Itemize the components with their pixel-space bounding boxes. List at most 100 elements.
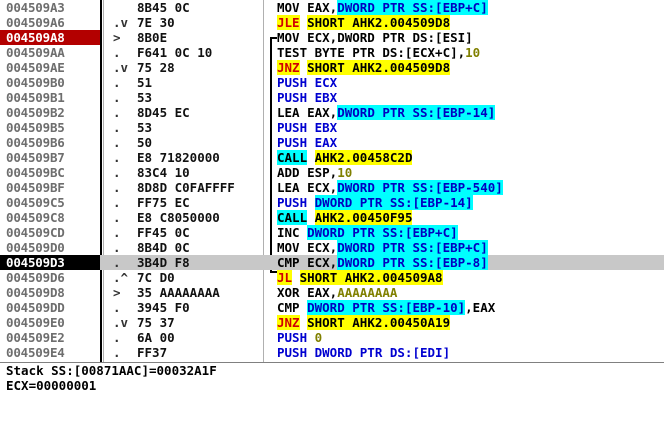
row-instruction: MOV ECX,DWORD PTR DS:[ESI] bbox=[277, 30, 473, 45]
row-hex-bytes: 6A 00 bbox=[137, 330, 175, 345]
disassembly-pane[interactable]: 004509A3 8B45 0C MOV EAX,DWORD PTR SS:[EBP… bbox=[0, 0, 664, 362]
row-jump-marker: . bbox=[113, 255, 121, 270]
row-jump-marker bbox=[113, 0, 135, 15]
row-hex-bytes: F641 0C 10 bbox=[137, 45, 213, 60]
instruction-token: SHORT AHK2.004509D8 bbox=[307, 60, 451, 75]
disassembly-row[interactable]: 004509A6 .v 7E 30 JLE SHORT AHK2.004509D8 bbox=[0, 15, 664, 30]
row-jump-marker: . bbox=[113, 150, 121, 165]
row-address: 004509BC bbox=[6, 165, 65, 180]
disassembly-row[interactable]: 004509A3 8B45 0C MOV EAX,DWORD PTR SS:[EBP… bbox=[0, 0, 664, 15]
instruction-token bbox=[300, 15, 308, 30]
row-jump-marker: . bbox=[113, 120, 121, 135]
row-address: 004509A8 bbox=[0, 30, 100, 45]
disassembly-row[interactable]: 004509CD. FF45 0C INC DWORD PTR SS:[EBP+C] bbox=[0, 225, 664, 240]
instruction-token: PUSH bbox=[277, 195, 315, 210]
instruction-token: SHORT AHK2.004509D8 bbox=[307, 15, 451, 30]
row-address: 004509D8 bbox=[6, 285, 65, 300]
row-jump-marker: > bbox=[113, 285, 121, 300]
disassembly-row[interactable]: 004509E2. 6A 00 PUSH 0 bbox=[0, 330, 664, 345]
row-address: 004509B0 bbox=[6, 75, 65, 90]
instruction-token: DWORD PTR SS:[EBP-8] bbox=[337, 255, 488, 270]
disassembly-row[interactable]: 004509C5. FF75 EC PUSH DWORD PTR SS:[EBP-1… bbox=[0, 195, 664, 210]
disassembly-row[interactable]: 004509DD. 3945 F0 CMP DWORD PTR SS:[EBP-10… bbox=[0, 300, 664, 315]
row-address: 004509D6 bbox=[6, 270, 65, 285]
disassembly-row[interactable]: 004509E0 .v 75 37 JNZ SHORT AHK2.00450A19 bbox=[0, 315, 664, 330]
instruction-token: JL bbox=[277, 270, 293, 285]
instruction-token: TEST BYTE PTR DS:[ECX+C], bbox=[277, 45, 466, 60]
row-jump-marker: > bbox=[113, 30, 121, 45]
row-hex-bytes: 75 37 bbox=[137, 315, 175, 330]
row-jump-marker: . bbox=[113, 180, 121, 195]
row-instruction: PUSH DWORD PTR DS:[EDI] bbox=[277, 345, 450, 360]
row-instruction: MOV EAX,DWORD PTR SS:[EBP+C] bbox=[277, 0, 488, 15]
info-register-line: ECX=00000001 bbox=[6, 378, 97, 393]
disassembly-row[interactable]: 004509B6. 50 PUSH EAX bbox=[0, 135, 664, 150]
row-jump-marker: .v bbox=[113, 315, 129, 330]
row-jump-marker: . bbox=[113, 210, 121, 225]
row-instruction: PUSH EBX bbox=[277, 90, 337, 105]
row-address: 004509A6 bbox=[6, 15, 65, 30]
row-instruction: ADD ESP,10 bbox=[277, 165, 352, 180]
instruction-token: LEA EAX, bbox=[277, 105, 338, 120]
row-hex-bytes: 3945 F0 bbox=[137, 300, 190, 315]
instruction-token: AAAAAAAA bbox=[337, 285, 398, 300]
instruction-token: JLE bbox=[277, 15, 300, 30]
row-jump-marker: . bbox=[113, 45, 121, 60]
row-hex-bytes: FF37 bbox=[137, 345, 168, 360]
row-address: 004509AA bbox=[6, 45, 65, 60]
disassembly-row[interactable]: 004509B1. 53 PUSH EBX bbox=[0, 90, 664, 105]
instruction-token bbox=[292, 270, 300, 285]
row-jump-marker: . bbox=[113, 90, 121, 105]
disassembly-row[interactable]: 004509B0. 51 PUSH ECX bbox=[0, 75, 664, 90]
disassembly-row[interactable]: 004509AA. F641 0C 10 TEST BYTE PTR DS:[ECX… bbox=[0, 45, 664, 60]
disassembly-row[interactable]: 004509D3. 3B4D F8 CMP ECX,DWORD PTR SS:[EB… bbox=[0, 255, 664, 270]
row-instruction: INC DWORD PTR SS:[EBP+C] bbox=[277, 225, 458, 240]
row-hex-bytes: 7C D0 bbox=[137, 270, 175, 285]
info-stack-line: Stack SS:[00871AAC]=00032A1F bbox=[6, 363, 217, 378]
instruction-token: DWORD PTR SS:[EBP-14] bbox=[314, 195, 473, 210]
row-instruction: CALL AHK2.00458C2D bbox=[277, 150, 413, 165]
row-jump-marker: . bbox=[113, 240, 121, 255]
row-address: 004509C5 bbox=[6, 195, 65, 210]
disassembly-row[interactable]: 004509C8. E8 C8050000 CALL AHK2.00450F95 bbox=[0, 210, 664, 225]
disassembly-row[interactable]: 004509BC. 83C4 10 ADD ESP,10 bbox=[0, 165, 664, 180]
instruction-token bbox=[300, 60, 308, 75]
disassembly-row[interactable]: 004509D8 >35 AAAAAAAA XOR EAX,AAAAAAAA bbox=[0, 285, 664, 300]
row-hex-bytes: 51 bbox=[137, 75, 153, 90]
instruction-token bbox=[307, 150, 315, 165]
disassembly-row[interactable]: 004509D0. 8B4D 0C MOV ECX,DWORD PTR SS:[EB… bbox=[0, 240, 664, 255]
instruction-token: ADD ESP, bbox=[277, 165, 338, 180]
row-address: 004509B1 bbox=[6, 90, 65, 105]
disassembly-row[interactable]: 004509D6 .^ 7C D0 JL SHORT AHK2.004509A8 bbox=[0, 270, 664, 285]
instruction-token: CALL bbox=[277, 210, 308, 225]
row-jump-marker: . bbox=[113, 165, 121, 180]
instruction-token: PUSH DWORD PTR DS:[EDI] bbox=[277, 345, 451, 360]
instruction-token: INC bbox=[277, 225, 308, 240]
row-instruction: CMP DWORD PTR SS:[EBP-10],EAX bbox=[277, 300, 495, 315]
row-instruction: JNZ SHORT AHK2.004509D8 bbox=[277, 60, 451, 75]
instruction-token: PUSH bbox=[277, 330, 315, 345]
instruction-token: PUSH EAX bbox=[277, 135, 338, 150]
row-hex-bytes: 53 bbox=[137, 120, 153, 135]
instruction-token: 10 bbox=[465, 45, 481, 60]
row-instruction: XOR EAX,AAAAAAAA bbox=[277, 285, 397, 300]
disassembly-row[interactable]: 004509E4. FF37 PUSH DWORD PTR DS:[EDI] bbox=[0, 345, 664, 360]
row-hex-bytes: 75 28 bbox=[137, 60, 175, 75]
instruction-token: CMP bbox=[277, 300, 308, 315]
instruction-token: JNZ bbox=[277, 315, 300, 330]
disassembly-row[interactable]: 004509B5. 53 PUSH EBX bbox=[0, 120, 664, 135]
disassembly-row[interactable]: 004509B2. 8D45 EC LEA EAX,DWORD PTR SS:[EB… bbox=[0, 105, 664, 120]
row-hex-bytes: 53 bbox=[137, 90, 153, 105]
instruction-token: PUSH EBX bbox=[277, 90, 338, 105]
row-jump-marker: . bbox=[113, 225, 121, 240]
row-address: 004509B6 bbox=[6, 135, 65, 150]
disassembly-row[interactable]: 004509A8 >8B0E MOV ECX,DWORD PTR DS:[ESI] bbox=[0, 30, 664, 45]
disassembly-row[interactable]: 004509AE .v 75 28 JNZ SHORT AHK2.004509D8 bbox=[0, 60, 664, 75]
row-instruction: JL SHORT AHK2.004509A8 bbox=[277, 270, 443, 285]
disassembly-row[interactable]: 004509B7. E8 71820000 CALL AHK2.00458C2D bbox=[0, 150, 664, 165]
instruction-token: SHORT AHK2.004509A8 bbox=[299, 270, 443, 285]
disassembly-row[interactable]: 004509BF. 8D8D C0FAFFFF LEA ECX,DWORD PTR … bbox=[0, 180, 664, 195]
row-hex-bytes: E8 71820000 bbox=[137, 150, 220, 165]
instruction-token: DWORD PTR SS:[EBP-14] bbox=[337, 105, 496, 120]
row-jump-marker: .^ bbox=[113, 270, 129, 285]
